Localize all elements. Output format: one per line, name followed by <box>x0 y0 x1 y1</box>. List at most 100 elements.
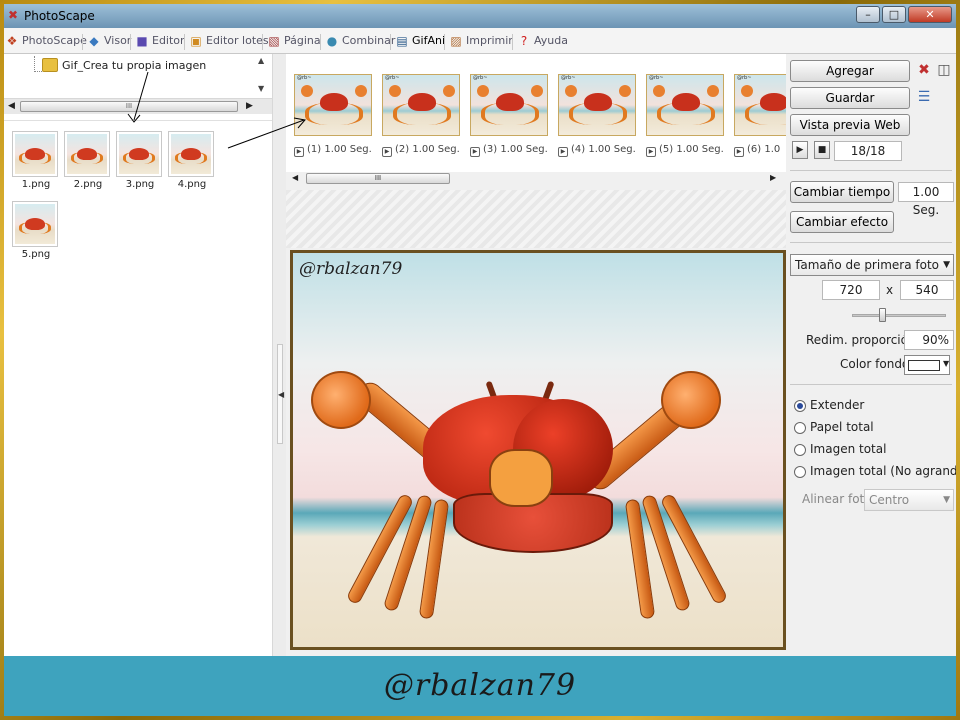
align-select[interactable]: Centro ▼ <box>864 489 954 511</box>
crab-claw <box>443 85 455 97</box>
stop-icon[interactable]: ■ <box>814 141 830 159</box>
frame-strip-scrollbar[interactable]: ◀ III ▶ <box>286 172 786 186</box>
size-mode-select[interactable]: Tamaño de primera foto ▼ <box>790 254 954 276</box>
scrollbar-thumb[interactable]: III <box>306 173 450 184</box>
frame-caption: ▶ (4) 1.00 Seg. <box>558 144 644 157</box>
tab-label: Imprimir <box>466 34 513 47</box>
resize-slider-track[interactable] <box>852 314 946 317</box>
frame-play-icon[interactable]: ▶ <box>470 147 480 157</box>
close-button[interactable]: ✕ <box>908 6 952 23</box>
scroll-left-arrow-icon[interactable]: ◀ <box>8 101 15 111</box>
minimize-button[interactable]: – <box>856 6 880 23</box>
frame-play-icon[interactable]: ▶ <box>646 147 656 157</box>
file-name: 1.png <box>21 179 51 190</box>
tab-combinar[interactable]: ● Combinar <box>324 32 396 52</box>
maximize-button[interactable]: □ <box>882 6 906 23</box>
tab-label: Combinar <box>342 34 396 47</box>
width-field[interactable]: 720 <box>822 280 880 300</box>
animation-frame[interactable]: @rb~ ▶ (5) 1.00 Seg. <box>646 74 732 164</box>
file-thumbnail[interactable]: 2.png <box>64 131 112 191</box>
tab-editor[interactable]: ■ Editor <box>134 32 185 52</box>
crab-claw <box>661 371 721 429</box>
scroll-down-arrow-icon[interactable]: ▼ <box>258 84 264 93</box>
scroll-right-arrow-icon[interactable]: ▶ <box>246 101 253 111</box>
time-value-field[interactable]: 1.00 Seg. <box>898 182 954 217</box>
tree-horizontal-scrollbar[interactable]: ◀ III ▶ <box>4 98 272 114</box>
resize-field[interactable]: 90% <box>904 330 954 350</box>
change-effect-button[interactable]: Cambiar efecto <box>790 211 894 233</box>
crab-body <box>496 93 524 111</box>
tab-photoscape[interactable]: ❖ PhotoScape <box>4 32 87 52</box>
file-thumbnail-grid: 1.png 2.png 3.png 4.png 5.png <box>4 120 272 656</box>
frame-play-icon[interactable]: ▶ <box>382 147 392 157</box>
animation-frame[interactable]: @rb~ ▶ (6) 1.0 <box>734 74 786 164</box>
file-thumbnail[interactable]: 1.png <box>12 131 60 191</box>
fit-mode-label[interactable]: Extender <box>810 398 864 412</box>
crab-claw <box>741 85 753 97</box>
animation-frame[interactable]: @rb~ ▶ (3) 1.00 Seg. <box>470 74 556 164</box>
animation-frame[interactable]: @rb~ ▶ (2) 1.00 Seg. <box>382 74 468 164</box>
crab-claw <box>311 371 371 429</box>
tab-imprimir[interactable]: ▨ Imprimir <box>448 32 513 52</box>
web-preview-button[interactable]: Vista previa Web <box>790 114 910 136</box>
scroll-up-arrow-icon[interactable]: ▲ <box>258 56 264 65</box>
crab-body <box>408 93 436 111</box>
frame-watermark: @rb~ <box>385 75 400 81</box>
animation-preview: @rbalzan79 <box>290 250 786 650</box>
tab-gifani[interactable]: ▤ GifAni <box>394 32 445 52</box>
frame-play-icon[interactable]: ▶ <box>558 147 568 157</box>
fit-mode-radio[interactable] <box>794 444 806 456</box>
resize-slider-knob[interactable] <box>879 308 886 322</box>
crab-claw <box>619 85 631 97</box>
fit-mode-label[interactable]: Papel total <box>810 420 874 434</box>
file-thumbnail[interactable]: 3.png <box>116 131 164 191</box>
save-button[interactable]: Guardar <box>790 87 910 109</box>
change-time-button[interactable]: Cambiar tiempo <box>790 181 894 203</box>
tab-ayuda[interactable]: ? Ayuda <box>516 32 568 52</box>
tab-label: Editor lotes <box>206 34 269 47</box>
frame-thumbnail-image: @rb~ <box>734 74 786 136</box>
tab-label: Editor <box>152 34 185 47</box>
tab-visor[interactable]: ◆ Visor <box>86 32 131 52</box>
collapse-left-arrow-icon[interactable]: ◀ <box>277 344 284 444</box>
fit-mode-label[interactable]: Imagen total <box>810 442 886 456</box>
tab-p-gina[interactable]: ▧ Página <box>266 32 320 52</box>
crab-body <box>129 148 149 160</box>
tab-separator <box>512 34 513 50</box>
frame-thumbnail-image: @rb~ <box>382 74 460 136</box>
fit-mode-radio[interactable] <box>794 422 806 434</box>
fit-mode-label[interactable]: Imagen total (No agrandada) <box>810 464 956 478</box>
frame-play-icon[interactable]: ▶ <box>734 147 744 157</box>
file-thumbnail[interactable]: 4.png <box>168 131 216 191</box>
scrollbar-thumb[interactable]: III <box>20 101 238 112</box>
panel-splitter[interactable]: ◀ <box>272 54 286 656</box>
tree-folder-label[interactable]: Gif_Crea tu propia imagen <box>62 59 206 72</box>
bg-color-picker[interactable]: ▼ <box>904 355 950 375</box>
animation-frame[interactable]: @rb~ ▶ (4) 1.00 Seg. <box>558 74 644 164</box>
scroll-left-arrow-icon[interactable]: ◀ <box>292 173 298 182</box>
page-icon: ▧ <box>268 34 280 48</box>
file-name: 2.png <box>73 179 103 190</box>
frame-thumbnail-image: @rb~ <box>294 74 372 136</box>
play-icon[interactable]: ▶ <box>792 141 808 159</box>
animation-frame[interactable]: @rb~ ▶ (1) 1.00 Seg. <box>294 74 380 164</box>
add-button[interactable]: Agregar <box>790 60 910 82</box>
file-browser-panel: Gif_Crea tu propia imagen ▲ ▼ ◀ III ▶ 1.… <box>4 54 272 656</box>
crab-claw <box>477 85 489 97</box>
height-field[interactable]: 540 <box>900 280 954 300</box>
tab-editor-lotes[interactable]: ▣ Editor lotes <box>188 32 269 52</box>
frame-watermark: @rb~ <box>649 75 664 81</box>
fit-mode-radio[interactable] <box>794 466 806 478</box>
crab-body <box>181 148 201 160</box>
gif-editor-center: @rb~ ▶ (1) 1.00 Seg. @rb~ ▶ (2) 1.00 Seg. @rb~… <box>286 54 786 656</box>
list-icon[interactable]: ☰ <box>916 89 932 105</box>
trash-icon[interactable]: ◫ <box>936 62 952 78</box>
frame-watermark: @rb~ <box>737 75 752 81</box>
frame-play-icon[interactable]: ▶ <box>294 147 304 157</box>
tab-separator <box>82 34 83 50</box>
delete-icon[interactable]: ✖ <box>916 62 932 78</box>
scroll-right-arrow-icon[interactable]: ▶ <box>770 173 776 182</box>
fit-mode-radio[interactable] <box>794 400 806 412</box>
title-bar: ✖ PhotoScape – □ ✕ <box>4 4 956 28</box>
file-thumbnail[interactable]: 5.png <box>12 201 60 261</box>
